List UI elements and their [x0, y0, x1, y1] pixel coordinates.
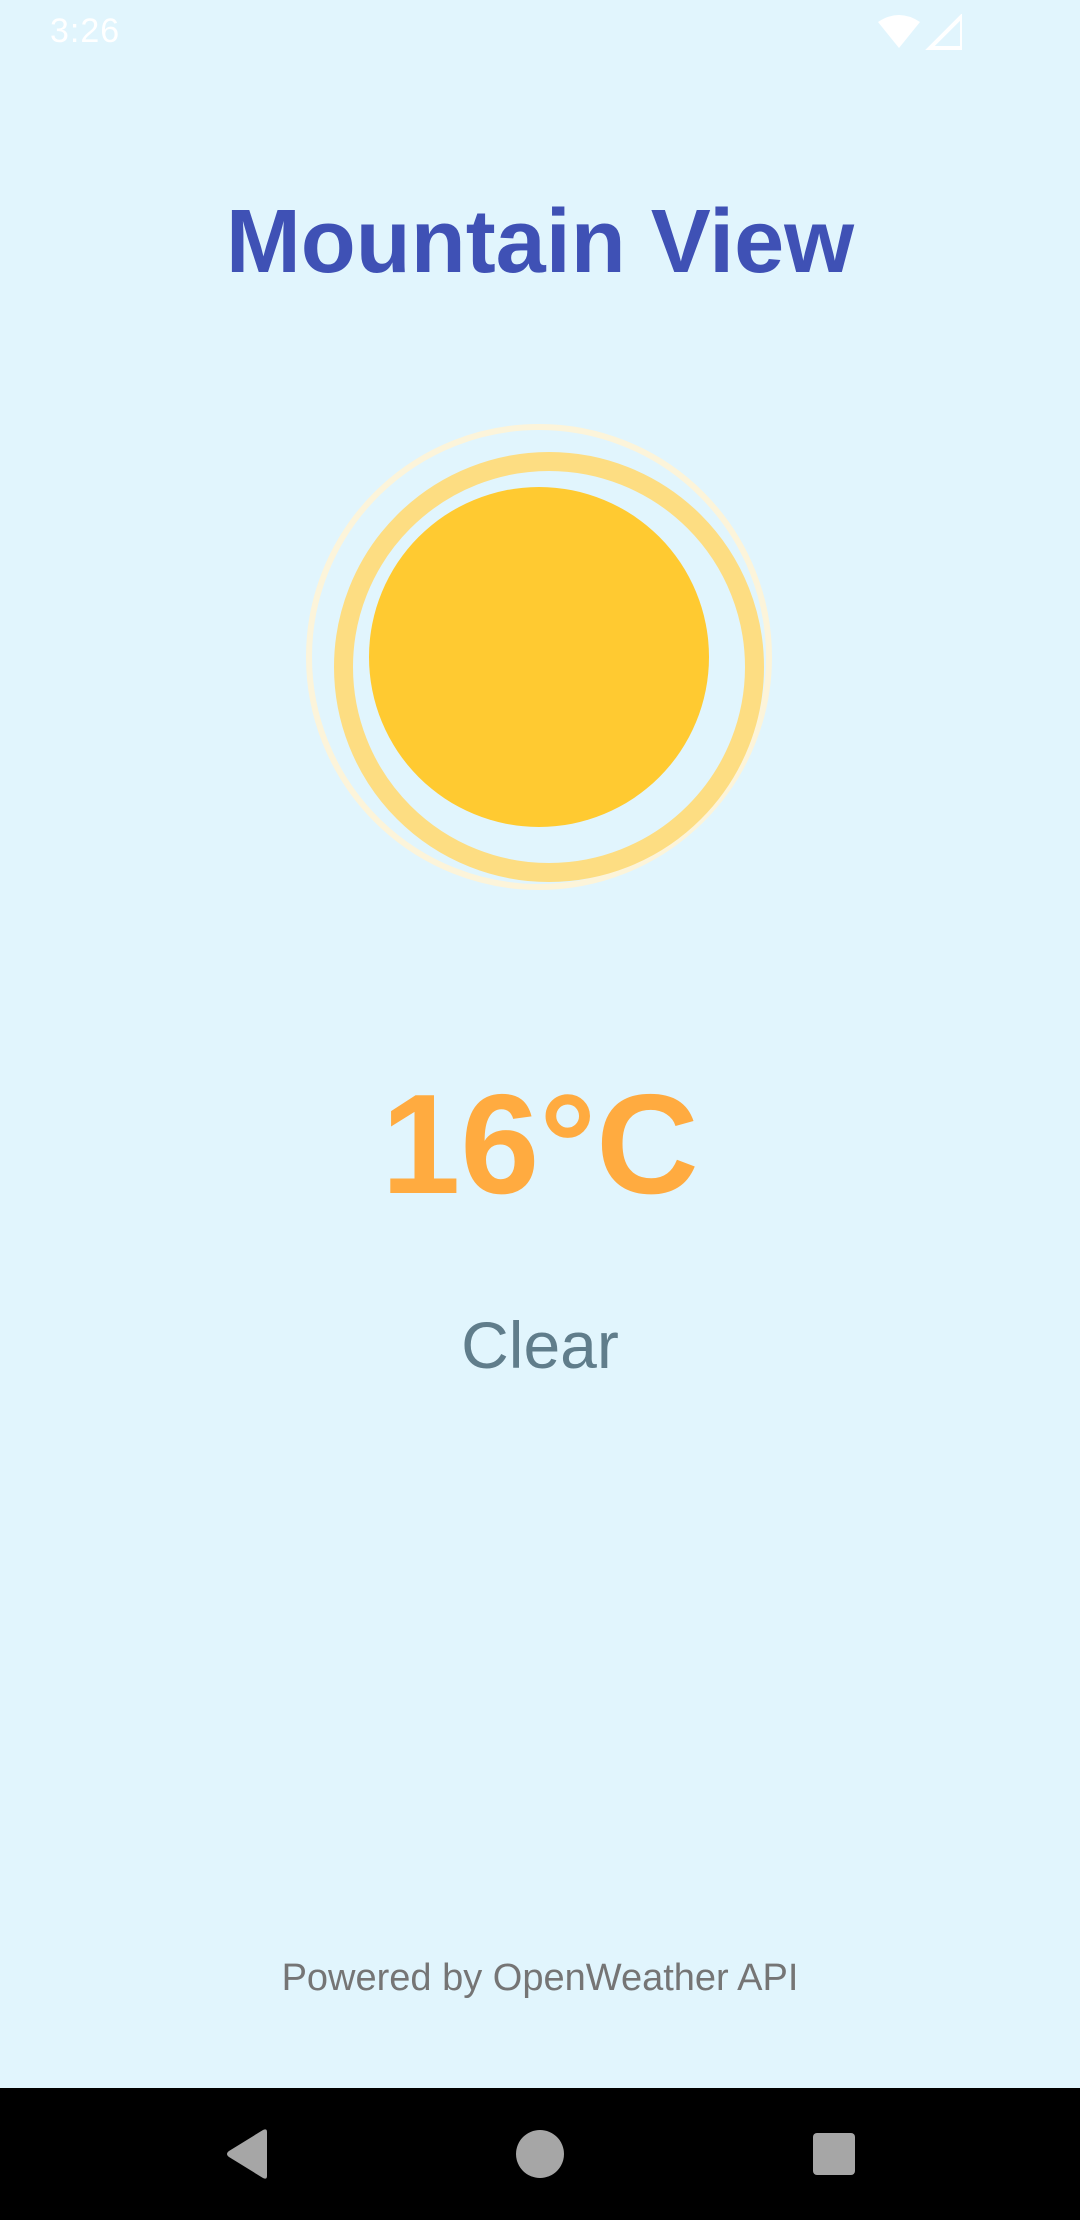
home-icon [516, 2130, 564, 2178]
weather-condition: Clear [461, 1308, 619, 1382]
cell-signal-icon [925, 11, 964, 50]
home-button[interactable] [480, 2088, 600, 2220]
back-button[interactable] [187, 2088, 307, 2220]
navigation-bar [0, 2088, 1080, 2220]
recents-button[interactable] [774, 2088, 894, 2220]
back-icon [227, 2129, 267, 2179]
city-title: Mountain View [225, 192, 855, 292]
status-icons [878, 11, 964, 54]
sun-core [369, 487, 709, 827]
status-time: 3:26 [50, 12, 121, 50]
sun-icon [306, 424, 772, 890]
wifi-icon [878, 11, 964, 50]
recents-icon [813, 2133, 855, 2175]
attribution-text: Powered by OpenWeather API [281, 1957, 799, 1999]
temperature-value: 16°C [381, 1065, 699, 1224]
status-bar: 3:26 [0, 0, 1080, 68]
